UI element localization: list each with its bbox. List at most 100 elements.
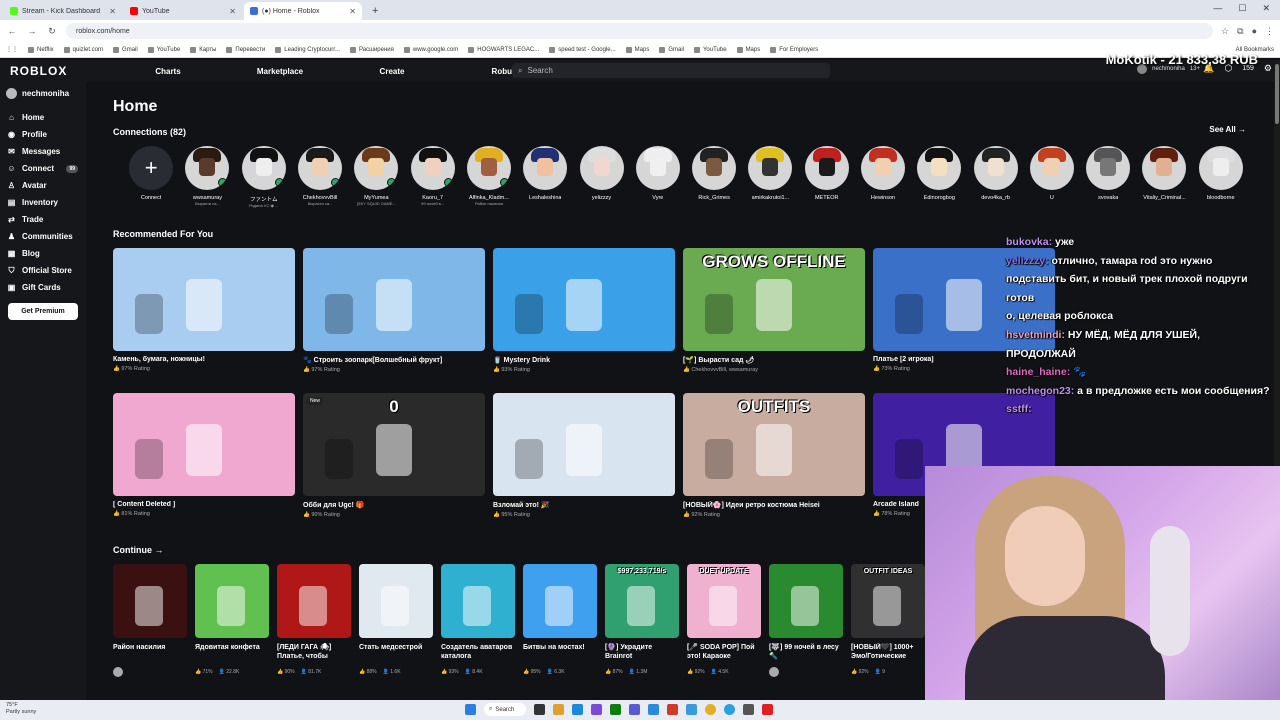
- task-view-icon[interactable]: [534, 704, 545, 715]
- sidebar-item-home[interactable]: ⌂ Home: [0, 109, 86, 126]
- bookmark-item[interactable]: Maps: [736, 46, 760, 53]
- file-explorer-icon[interactable]: [553, 704, 564, 715]
- menu-icon[interactable]: ⋮: [1265, 26, 1274, 37]
- photos-icon[interactable]: [686, 704, 697, 715]
- bookmark-item[interactable]: Расширения: [349, 46, 394, 53]
- connection-item[interactable]: ChekhovvvBill Вырасти са...: [292, 146, 348, 208]
- sidebar-item-inventory[interactable]: ▤ Inventory: [0, 194, 86, 211]
- game-card[interactable]: Взломай это! 🎉 👍 95% Rating: [493, 393, 675, 518]
- bookmark-item[interactable]: Maps: [625, 46, 649, 53]
- game-card[interactable]: GROWS OFFLINE [🌱] Вырасти сад 🌶 👍 Chekhovv…: [683, 248, 865, 373]
- connections-title[interactable]: Connections (82): [113, 127, 186, 137]
- top-nav-charts[interactable]: Charts: [112, 67, 224, 76]
- bookmark-item[interactable]: Перевести: [226, 46, 265, 53]
- app-icon[interactable]: [743, 704, 754, 715]
- connection-item[interactable]: Vyre: [630, 146, 686, 208]
- connection-item[interactable]: devo4ka_rb: [967, 146, 1023, 208]
- bookmark-item[interactable]: HOGWARTS LEGAC...: [468, 46, 539, 53]
- roblox-logo[interactable]: ROBLOX: [0, 64, 112, 78]
- connection-item[interactable]: Edinorogbog: [911, 146, 967, 208]
- browser-tab[interactable]: (●) Home - Roblox ✕: [244, 2, 362, 20]
- minimize-icon[interactable]: —: [1213, 3, 1222, 14]
- back-icon[interactable]: ←: [6, 26, 18, 36]
- sidebar-item-avatar[interactable]: ♙ Avatar: [0, 177, 86, 194]
- connection-item[interactable]: U: [1024, 146, 1080, 208]
- see-all-link[interactable]: See All →: [1209, 125, 1246, 134]
- reload-icon[interactable]: ↻: [46, 26, 58, 37]
- bookmark-item[interactable]: Gmail: [659, 46, 684, 53]
- sidebar-item-official-store[interactable]: ⛉ Official Store: [0, 262, 86, 279]
- sidebar-item-connect[interactable]: ☺ Connect 99: [0, 160, 86, 177]
- tab-close-icon[interactable]: ✕: [229, 7, 236, 16]
- game-card[interactable]: 🥤 Mystery Drink 👍 93% Rating: [493, 248, 675, 373]
- apps-grid-icon[interactable]: ⋮⋮: [6, 46, 18, 53]
- bookmark-item[interactable]: www.google.com: [403, 46, 458, 53]
- star-icon[interactable]: ☆: [1221, 26, 1229, 37]
- mail-icon[interactable]: [648, 704, 659, 715]
- sidebar-item-gift-cards[interactable]: ▣ Gift Cards: [0, 279, 86, 296]
- profile-icon[interactable]: ●: [1252, 26, 1257, 36]
- connection-item[interactable]: Rick_Grimes: [686, 146, 742, 208]
- sidebar-item-profile[interactable]: ◉ Profile: [0, 126, 86, 143]
- office-icon[interactable]: [667, 704, 678, 715]
- new-tab-icon[interactable]: +: [364, 5, 386, 20]
- get-premium-button[interactable]: Get Premium: [8, 303, 78, 320]
- sidebar-user[interactable]: nechmoniha: [0, 86, 86, 109]
- search-input[interactable]: ⌕ Search: [512, 63, 830, 78]
- telegram-icon[interactable]: [724, 704, 735, 715]
- sidebar-item-messages[interactable]: ✉ Messages: [0, 143, 86, 160]
- bookmark-item[interactable]: For Employers: [770, 46, 818, 53]
- connection-item[interactable]: ファントム Родина VC ◉ ...: [236, 146, 292, 208]
- taskbar-search[interactable]: ⌕ Search: [484, 703, 526, 716]
- game-card[interactable]: 0 New Обби для Ugc! 🎁 👍 90% Rating: [303, 393, 485, 518]
- bookmark-item[interactable]: YouTube: [147, 46, 180, 53]
- continue-game-card[interactable]: Стать медсестрой 👍 88% 👤 1.6K: [359, 564, 433, 677]
- extensions-icon[interactable]: ⧉: [1237, 26, 1243, 37]
- tab-close-icon[interactable]: ✕: [349, 7, 356, 16]
- scrollbar-thumb[interactable]: [1275, 64, 1279, 124]
- connection-item[interactable]: wwsamuray Вырасти са...: [179, 146, 235, 208]
- bookmark-item[interactable]: quizlet.com: [63, 46, 103, 53]
- weather-widget[interactable]: 75°F Partly sunny: [6, 702, 36, 716]
- close-icon[interactable]: ✕: [1262, 3, 1270, 14]
- continue-game-card[interactable]: OUTFIT IDEAS [НОВЫЙ🖤] 1000+ Эмо/Готически…: [851, 564, 925, 677]
- continue-game-card[interactable]: $997,233,719/s [🔮] Украдите Brainrot 👍 87%…: [605, 564, 679, 677]
- connection-item[interactable]: yelizzzy: [573, 146, 629, 208]
- store-icon[interactable]: [591, 704, 602, 715]
- game-card[interactable]: [ Content Deleted ] 👍 81% Rating: [113, 393, 295, 518]
- bookmark-item[interactable]: Карты: [190, 46, 216, 53]
- connection-item[interactable]: svovaka: [1080, 146, 1136, 208]
- connection-item[interactable]: amirkakrutoi1...: [742, 146, 798, 208]
- connection-item[interactable]: Leshaleshina: [517, 146, 573, 208]
- windows-start-icon[interactable]: [465, 704, 476, 715]
- continue-game-card[interactable]: [ЛЕДИ ГАГА 🕷] Платье, чтобы 👍 90% 👤 81.7K: [277, 564, 351, 677]
- connection-item[interactable]: Vitaliy_Criminal...: [1136, 146, 1192, 208]
- maximize-icon[interactable]: ☐: [1238, 3, 1246, 14]
- connection-item[interactable]: bloodborne: [1193, 146, 1249, 208]
- forward-icon[interactable]: →: [26, 26, 38, 36]
- game-card[interactable]: 🐾 Строить зоопарк[Волшебный фрукт] 👍 97% …: [303, 248, 485, 373]
- xbox-icon[interactable]: [610, 704, 621, 715]
- connection-item[interactable]: Alfinka_Kladm... Район насилия: [461, 146, 517, 208]
- sidebar-item-blog[interactable]: ▦ Blog: [0, 245, 86, 262]
- tab-close-icon[interactable]: ✕: [109, 7, 116, 16]
- continue-game-card[interactable]: Создатель аватаров каталога 👍 93% 👤 8.4K: [441, 564, 515, 677]
- connection-item[interactable]: MyYumea [SKY SQUID GAME...: [348, 146, 404, 208]
- game-card[interactable]: OUTFITS [НОВЫЙ🌸] Идеи ретро костюма Heise…: [683, 393, 865, 518]
- bookmark-item[interactable]: Netflix: [28, 46, 54, 53]
- browser-tab[interactable]: YouTube ✕: [124, 2, 242, 20]
- bookmark-item[interactable]: YouTube: [693, 46, 727, 53]
- bookmark-item[interactable]: speed test - Google...: [549, 46, 616, 53]
- connect-button[interactable]: + Connect: [123, 146, 179, 208]
- browser-tab[interactable]: Stream - Kick Dashboard ✕: [4, 2, 122, 20]
- connection-item[interactable]: Hewinson: [855, 146, 911, 208]
- continue-title[interactable]: Continue →: [113, 545, 164, 555]
- connection-item[interactable]: METEOR: [799, 146, 855, 208]
- continue-game-card[interactable]: DUET UPDATE [🎤 SODA POP] Пой это! Караоке…: [687, 564, 761, 677]
- bookmark-item[interactable]: Gmail: [113, 46, 138, 53]
- continue-game-card[interactable]: Битвы на мостах! 👍 95% 👤 6.3K: [523, 564, 597, 677]
- roblox-app-icon[interactable]: [762, 704, 773, 715]
- bookmark-item[interactable]: Leading Cryptocurr...: [275, 46, 340, 53]
- chrome-icon[interactable]: [705, 704, 716, 715]
- top-nav-create[interactable]: Create: [336, 67, 448, 76]
